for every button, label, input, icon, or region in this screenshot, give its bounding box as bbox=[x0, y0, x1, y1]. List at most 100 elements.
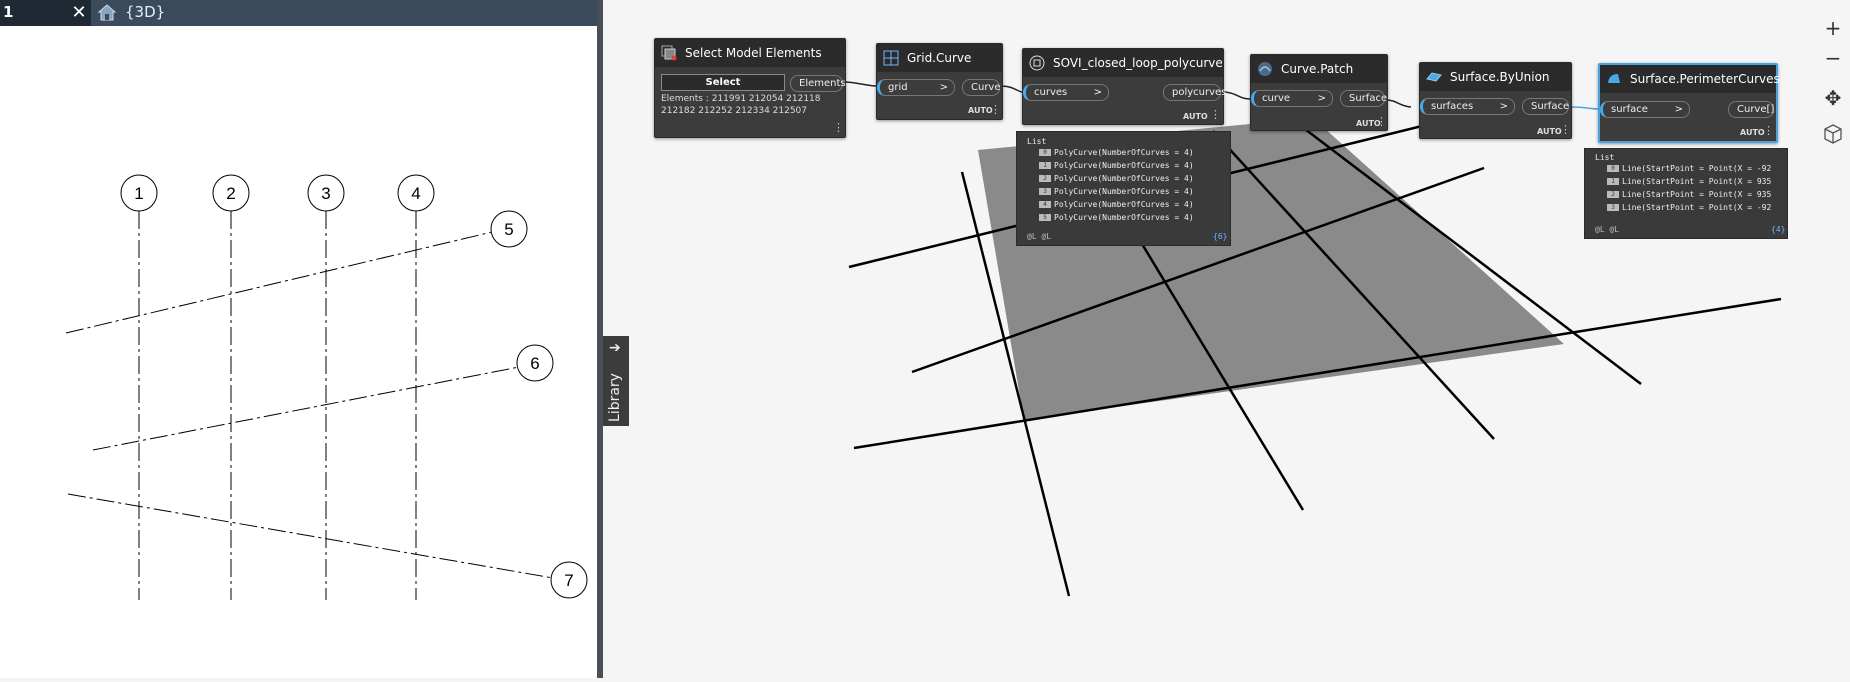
node-menu-icon[interactable]: ⋮ bbox=[1376, 115, 1387, 128]
grid-label-4: 4 bbox=[411, 184, 420, 203]
node-select-model-elements[interactable]: Select Model Elements Select Elements : … bbox=[654, 38, 846, 138]
preview-footer: @L @L bbox=[1595, 225, 1620, 234]
port-label: surface bbox=[1611, 104, 1648, 115]
node-sovi-closed-loop-polycurve[interactable]: SOVI_closed_loop_polycurve curves > polyc… bbox=[1022, 48, 1226, 125]
plan-canvas[interactable]: 1 2 3 4 5 6 7 bbox=[0, 26, 597, 678]
tab-level-1[interactable]: 1 ✕ bbox=[0, 0, 91, 26]
node-menu-icon[interactable]: ⋮ bbox=[1763, 124, 1774, 137]
custom-node-icon bbox=[1029, 55, 1045, 71]
lacing-label: AUTO bbox=[1537, 127, 1562, 136]
selected-elements-text: 212182 212252 212334 212507 bbox=[661, 106, 808, 116]
preview-header: List bbox=[1595, 153, 1615, 162]
zoom-in-button[interactable]: + bbox=[1819, 14, 1847, 42]
lacing-label: AUTO bbox=[1183, 112, 1208, 121]
grid-line-5 bbox=[65, 231, 493, 334]
node-header: Select Model Elements bbox=[655, 39, 845, 67]
preview-list-item: 4 PolyCurve(NumberOfCurves = 4) bbox=[1039, 200, 1194, 209]
preview-list-item: 0 Line(StartPoint = Point(X = -92 bbox=[1607, 164, 1771, 173]
wire bbox=[842, 81, 878, 87]
node-grid-curve[interactable]: Grid.Curve grid > Curve AUTO ⋮ bbox=[876, 43, 1003, 120]
grid-curve-icon bbox=[883, 50, 899, 66]
preview-list-item: 2 PolyCurve(NumberOfCurves = 4) bbox=[1039, 174, 1194, 183]
node-header: Surface.PerimeterCurves bbox=[1600, 65, 1780, 93]
preview-list-item: 3 PolyCurve(NumberOfCurves = 4) bbox=[1039, 187, 1194, 196]
node-surface-perimeter-curves[interactable]: Surface.PerimeterCurves surface > Curve[]… bbox=[1598, 63, 1780, 143]
arrow-right-icon: ➔ bbox=[609, 340, 621, 356]
node-title: SOVI_closed_loop_polycurve bbox=[1053, 56, 1223, 70]
library-toggle[interactable]: ➔ Library bbox=[603, 336, 629, 426]
grid-label-2: 2 bbox=[226, 184, 235, 203]
node-header: SOVI_closed_loop_polycurve bbox=[1023, 49, 1223, 77]
revit-view-panel: 1 ✕ {3D} 1 2 3 4 5 6 7 bbox=[0, 0, 597, 678]
selected-elements-text: Elements : 211991 212054 212118 bbox=[661, 94, 821, 104]
wire bbox=[1384, 99, 1412, 108]
lacing-label: AUTO bbox=[1740, 128, 1765, 137]
preview-count: {4} bbox=[1771, 225, 1786, 234]
input-port-surfaces[interactable]: surfaces > bbox=[1420, 98, 1515, 115]
port-label: curve bbox=[1262, 93, 1291, 104]
port-label: grid bbox=[888, 82, 908, 93]
close-icon[interactable]: ✕ bbox=[69, 0, 89, 26]
grid-label-5: 5 bbox=[504, 220, 513, 239]
output-port-polycurves[interactable]: polycurves bbox=[1163, 84, 1226, 101]
grid-line-6 bbox=[92, 366, 520, 451]
select-elements-icon bbox=[661, 45, 677, 61]
port-label: surfaces bbox=[1431, 101, 1474, 112]
node-header: Curve.Patch bbox=[1251, 55, 1387, 83]
zoom-out-button[interactable]: − bbox=[1819, 44, 1847, 72]
grid-label-6: 6 bbox=[530, 354, 539, 373]
preview-list-item: 3 Line(StartPoint = Point(X = -92 bbox=[1607, 203, 1771, 212]
node-menu-icon[interactable]: ⋮ bbox=[1210, 108, 1221, 121]
node-menu-icon[interactable]: ⋮ bbox=[1560, 123, 1571, 136]
node-title: Select Model Elements bbox=[685, 46, 822, 60]
preview-list-item: 2 Line(StartPoint = Point(X = 935 bbox=[1607, 190, 1771, 199]
preview-list-item: 0 PolyCurve(NumberOfCurves = 4) bbox=[1039, 148, 1194, 157]
input-port-grid[interactable]: grid > bbox=[877, 79, 955, 96]
wire bbox=[1221, 91, 1251, 100]
output-port-curve-array[interactable]: Curve[] bbox=[1728, 101, 1774, 118]
surface-union-icon bbox=[1426, 72, 1442, 82]
preview-footer: @L @L bbox=[1027, 232, 1052, 241]
node-header: Surface.ByUnion bbox=[1420, 63, 1571, 91]
node-preview-perimeter[interactable]: List 0 Line(StartPoint = Point(X = -92 1L… bbox=[1584, 148, 1788, 239]
output-port-surface[interactable]: Surface bbox=[1522, 98, 1569, 115]
preview-count: {6} bbox=[1213, 232, 1228, 241]
grid-plan: 1 2 3 4 5 6 7 bbox=[65, 174, 588, 600]
node-preview-sovi[interactable]: List 0 PolyCurve(NumberOfCurves = 4) 1 Pol… bbox=[1016, 131, 1231, 246]
output-port-curve[interactable]: Curve bbox=[962, 79, 1001, 96]
preview-list-item: 1 Line(StartPoint = Point(X = 935 bbox=[1607, 177, 1771, 186]
node-title: Grid.Curve bbox=[907, 51, 972, 65]
node-title: Curve.Patch bbox=[1281, 62, 1354, 76]
wire bbox=[999, 85, 1024, 93]
preview-list-item: 5 PolyCurve(NumberOfCurves = 4) bbox=[1039, 213, 1194, 222]
library-label: Library bbox=[607, 373, 623, 422]
node-menu-icon[interactable]: ⋮ bbox=[990, 103, 1001, 116]
port-label: curves bbox=[1034, 87, 1068, 98]
view-tab-bar: 1 ✕ {3D} bbox=[0, 0, 597, 26]
tab-3d[interactable]: {3D} bbox=[97, 0, 217, 26]
cube-icon bbox=[1824, 124, 1842, 144]
preview-list-item: 1 PolyCurve(NumberOfCurves = 4) bbox=[1039, 161, 1194, 170]
node-curve-patch[interactable]: Curve.Patch curve > Surface AUTO ⋮ bbox=[1250, 54, 1388, 131]
node-surface-by-union[interactable]: Surface.ByUnion surfaces > Surface AUTO ⋮ bbox=[1419, 62, 1572, 139]
node-menu-icon[interactable]: ⋮ bbox=[833, 121, 844, 134]
view-cube-button[interactable] bbox=[1819, 120, 1847, 148]
input-port-surface[interactable]: surface > bbox=[1600, 101, 1690, 118]
node-title: Surface.PerimeterCurves bbox=[1630, 72, 1780, 86]
input-port-curves[interactable]: curves > bbox=[1023, 84, 1109, 101]
output-port-surface[interactable]: Surface bbox=[1340, 90, 1387, 107]
home-icon bbox=[97, 4, 117, 21]
node-header: Grid.Curve bbox=[877, 44, 1002, 72]
grid-label-1: 1 bbox=[134, 184, 143, 203]
input-port-curve[interactable]: curve > bbox=[1251, 90, 1333, 107]
grid-label-3: 3 bbox=[321, 184, 330, 203]
grid-line-7 bbox=[67, 493, 554, 579]
dynamo-workspace[interactable]: Select Model Elements Select Elements : … bbox=[603, 0, 1850, 678]
node-title: Surface.ByUnion bbox=[1450, 70, 1550, 84]
wire bbox=[1571, 106, 1599, 110]
select-button[interactable]: Select bbox=[661, 74, 785, 91]
output-port-elements[interactable]: Elements bbox=[790, 75, 846, 92]
pan-button[interactable]: ✥ bbox=[1819, 84, 1847, 112]
curve-patch-icon bbox=[1258, 62, 1272, 76]
lacing-label: AUTO bbox=[968, 106, 993, 115]
